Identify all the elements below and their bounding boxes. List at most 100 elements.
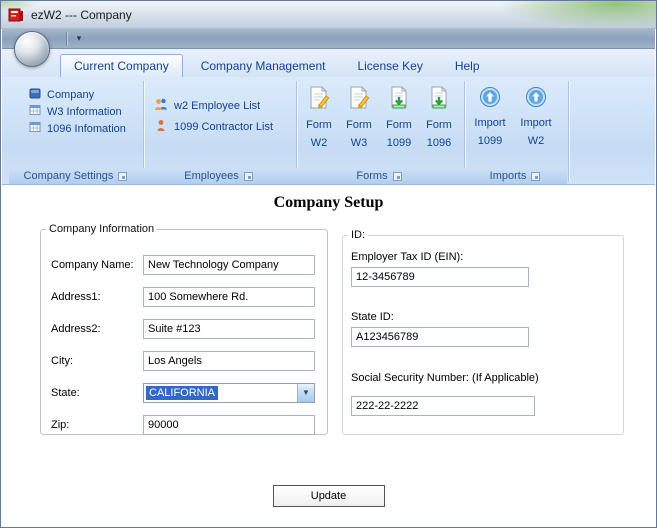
button-label-line1: Import — [474, 117, 506, 129]
group-forms: Form W2 Form W3 Form 1099 Form 1096 Form… — [295, 79, 465, 184]
group-company-settings-body: Company W3 Information 1096 Infomation — [9, 79, 142, 168]
group-footer-imports: Imports — [463, 168, 567, 184]
qat-separator — [66, 32, 67, 46]
title-bar: ezW2 --- Company — [1, 1, 656, 29]
ein-label: Employer Tax ID (EIN): — [351, 251, 464, 263]
ribbon-item-label: w2 Employee List — [174, 99, 261, 112]
button-label-line2: W3 — [350, 137, 368, 149]
form-green-arrow-icon — [388, 86, 410, 114]
address2-row: Address2: — [51, 319, 319, 339]
button-form-1096[interactable]: Form 1096 — [419, 79, 459, 168]
ribbon-item-1099-contractor-list[interactable]: 1099 Contractor List — [142, 116, 295, 137]
group-forms-body: Form W2 Form W3 Form 1099 Form 1096 — [295, 79, 463, 168]
ribbon-item-w2-employee-list[interactable]: w2 Employee List — [142, 95, 295, 116]
company-information-legend: Company Information — [49, 223, 155, 235]
ribbon-item-label: 1096 Infomation — [47, 122, 126, 135]
company-icon — [29, 87, 41, 102]
dialog-launcher-icon[interactable] — [531, 171, 541, 181]
group-imports: Import 1099 Import W2 Imports — [463, 79, 569, 184]
quick-access-toolbar: ▾ — [2, 29, 655, 49]
app-window: ezW2 --- Company ▾ Current Company Compa… — [0, 0, 657, 528]
address2-input[interactable] — [143, 319, 315, 339]
ribbon: Company W3 Information 1096 Infomation C… — [2, 77, 655, 185]
button-label-line2: 1096 — [426, 137, 452, 149]
form-pencil-icon — [308, 86, 330, 114]
state-id-input[interactable] — [351, 327, 529, 347]
button-form-1099[interactable]: Form 1099 — [379, 79, 419, 168]
state-selected-value: CALIFORNIA — [146, 386, 219, 400]
zip-label: Zip: — [51, 419, 70, 431]
state-select[interactable]: CALIFORNIA ▼ — [143, 383, 315, 403]
button-import-1099[interactable]: Import 1099 — [467, 79, 513, 168]
group-name: Employees — [184, 170, 239, 182]
w3-table-icon — [29, 104, 41, 119]
form-green-arrow-icon — [428, 86, 450, 114]
dialog-launcher-icon[interactable] — [118, 171, 128, 181]
ein-input[interactable] — [351, 267, 529, 287]
ssn-input[interactable] — [351, 396, 535, 416]
ribbon-item-1096-information[interactable]: 1096 Infomation — [9, 120, 142, 137]
ribbon-item-w3-information[interactable]: W3 Information — [9, 103, 142, 120]
dialog-launcher-icon[interactable] — [392, 171, 402, 181]
import-up-arrow-icon — [525, 86, 547, 112]
button-label-line2: 1099 — [386, 137, 412, 149]
company-name-label: Company Name: — [51, 259, 134, 271]
button-form-w2[interactable]: Form W2 — [299, 79, 339, 168]
state-row: State: CALIFORNIA ▼ — [51, 383, 319, 403]
group-employees: w2 Employee List 1099 Contractor List Em… — [142, 79, 297, 184]
dialog-launcher-icon[interactable] — [243, 171, 253, 181]
chevron-down-icon[interactable]: ▼ — [297, 384, 314, 402]
button-form-w3[interactable]: Form W3 — [339, 79, 379, 168]
update-button[interactable]: Update — [272, 485, 385, 507]
ribbon-item-label: Company — [47, 88, 95, 101]
address1-input[interactable] — [143, 287, 315, 307]
w2-employee-person-icon — [154, 97, 168, 114]
state-label: State: — [51, 387, 80, 399]
group-employees-body: w2 Employee List 1099 Contractor List — [142, 79, 295, 168]
tab-license-key[interactable]: License Key — [343, 54, 436, 77]
ribbon-tab-row: Current Company Company Management Licen… — [2, 49, 655, 77]
qat-dropdown-icon[interactable]: ▾ — [72, 31, 86, 46]
id-legend: ID: — [351, 229, 366, 241]
ribbon-item-label: 1099 Contractor List — [174, 120, 274, 133]
ribbon-item-label: W3 Information — [47, 105, 122, 118]
ssn-label: Social Security Number: (If Applicable) — [351, 372, 539, 384]
button-label-line1: Import — [520, 117, 552, 129]
app-logo-icon — [8, 7, 24, 23]
address1-row: Address1: — [51, 287, 319, 307]
company-name-row: Company Name: — [51, 255, 319, 275]
group-footer-forms: Forms — [295, 168, 463, 184]
company-name-input[interactable] — [143, 255, 315, 275]
form-pencil-icon — [348, 86, 370, 114]
id-groupbox: ID: Employer Tax ID (EIN): State ID: Soc… — [342, 229, 624, 435]
button-label-line1: Form — [306, 119, 332, 131]
city-label: City: — [51, 355, 73, 367]
button-label-line2: W2 — [310, 137, 328, 149]
zip-input[interactable] — [143, 415, 315, 435]
city-input[interactable] — [143, 351, 315, 371]
button-label-line2: 1099 — [477, 135, 503, 147]
tab-help[interactable]: Help — [441, 54, 494, 77]
zip-row: Zip: — [51, 415, 319, 435]
button-label-line1: Form — [426, 119, 452, 131]
group-imports-body: Import 1099 Import W2 — [463, 79, 567, 168]
state-id-label: State ID: — [351, 311, 394, 323]
ribbon-item-company[interactable]: Company — [9, 86, 142, 103]
button-label-line1: Form — [346, 119, 372, 131]
tab-company-management[interactable]: Company Management — [187, 54, 340, 77]
button-label-line2: W2 — [527, 135, 545, 147]
application-menu-orb[interactable] — [14, 31, 50, 67]
address2-label: Address2: — [51, 323, 101, 335]
import-up-arrow-icon — [479, 86, 501, 112]
group-footer-employees: Employees — [142, 168, 295, 184]
window-title: ezW2 --- Company — [31, 8, 132, 22]
button-import-w2[interactable]: Import W2 — [513, 79, 559, 168]
company-setup-panel: Company Setup Company Information Compan… — [2, 185, 655, 526]
group-name: Company Settings — [23, 170, 114, 182]
group-footer-company-settings: Company Settings — [9, 168, 142, 184]
contractor-person-icon — [154, 118, 168, 135]
tab-current-company[interactable]: Current Company — [60, 54, 183, 77]
form-1096-table-icon — [29, 121, 41, 136]
button-label-line1: Form — [386, 119, 412, 131]
city-row: City: — [51, 351, 319, 371]
